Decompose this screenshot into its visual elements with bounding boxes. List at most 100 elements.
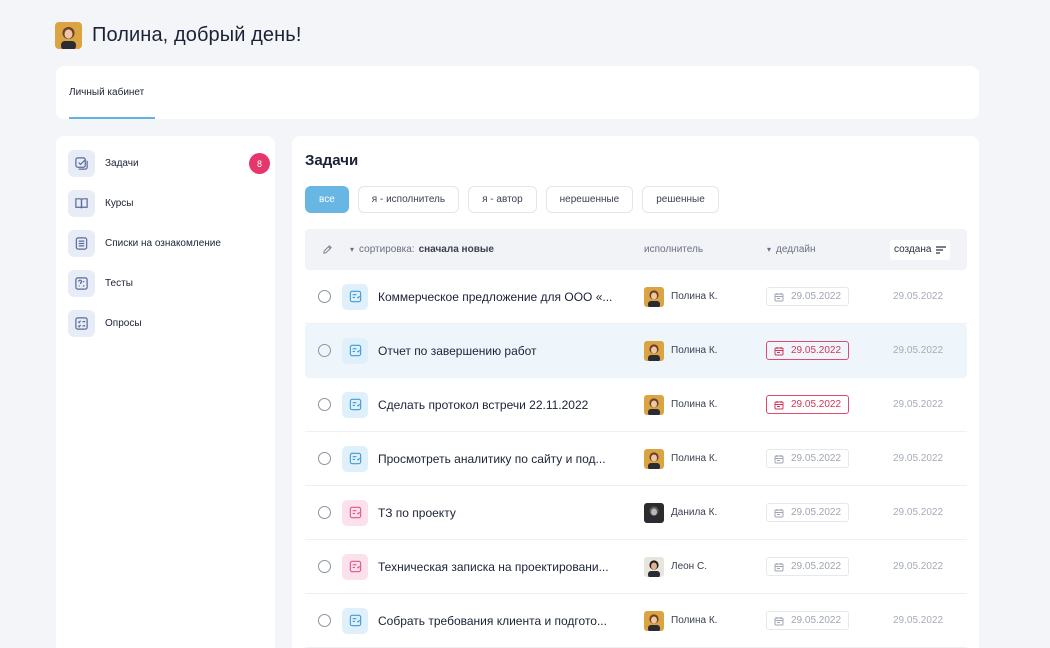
tasks-count-badge: 8 <box>249 153 270 174</box>
deadline-date: 29.05.2022 <box>791 507 842 518</box>
calendar-icon <box>774 508 784 518</box>
table-header: ▾ сортировка: сначала новые исполнитель … <box>305 229 967 270</box>
task-executor[interactable]: Полина К. <box>644 432 717 485</box>
table-row[interactable]: Просмотреть аналитику по сайту и под... … <box>305 432 967 486</box>
executor-name: Леон С. <box>671 561 707 572</box>
task-checkbox[interactable] <box>318 270 331 323</box>
task-executor[interactable]: Полина К. <box>644 378 717 431</box>
column-deadline[interactable]: ▾ дедлайн <box>767 229 816 270</box>
task-executor[interactable]: Полина К. <box>644 324 717 377</box>
column-executor[interactable]: исполнитель <box>644 229 703 270</box>
sidebar-item-reading-lists[interactable]: Списки на ознакомление <box>68 228 268 258</box>
filter-unresolved[interactable]: нерешенные <box>545 186 634 213</box>
sort-lines-icon <box>936 245 947 254</box>
table-row[interactable]: Собрать требования клиента и подгото... … <box>305 594 967 648</box>
task-deadline: 29.05.2022 <box>766 432 850 485</box>
task-title[interactable]: ТЗ по проекту <box>378 486 456 539</box>
task-title[interactable]: Просмотреть аналитику по сайту и под... <box>378 432 606 485</box>
task-created-date: 29.05.2022 <box>893 291 944 302</box>
task-deadline: 29.05.2022 <box>766 270 850 323</box>
calendar-icon <box>774 400 784 410</box>
executor-name: Полина К. <box>671 399 718 410</box>
tabs-bar: Личный кабинет <box>56 66 979 119</box>
calendar-icon <box>774 454 784 464</box>
column-created[interactable]: создана <box>890 229 951 270</box>
calendar-icon <box>774 616 784 626</box>
executor-avatar <box>644 340 664 361</box>
page-header: Полина, добрый день! <box>55 22 301 49</box>
column-deadline-label: дедлайн <box>776 244 816 255</box>
task-type-icon <box>342 324 368 377</box>
book-icon <box>68 189 95 217</box>
sidebar-item-label: Списки на ознакомление <box>105 237 221 249</box>
tasks-icon <box>68 149 95 177</box>
page-title: Задачи <box>305 152 359 169</box>
calendar-icon <box>774 292 784 302</box>
task-type-icon <box>342 432 368 485</box>
table-row[interactable]: ТЗ по проекту Данила К. 29.05.2022 29.05… <box>305 486 967 540</box>
table-row[interactable]: Сделать протокол встречи 22.11.2022 Поли… <box>305 378 967 432</box>
executor-name: Полина К. <box>671 291 718 302</box>
sidebar-item-tasks[interactable]: Задачи 8 <box>68 148 270 178</box>
task-checkbox[interactable] <box>318 324 331 377</box>
task-created-date: 29.05.2022 <box>893 399 944 410</box>
table-row[interactable]: Коммерческое предложение для ООО «... По… <box>305 270 967 324</box>
task-type-icon <box>342 486 368 539</box>
task-executor[interactable]: Полина К. <box>644 594 717 647</box>
greeting-title: Полина, добрый день! <box>92 24 302 46</box>
task-created-date: 29.05.2022 <box>893 615 944 626</box>
sidebar-item-tests[interactable]: Тесты <box>68 268 268 298</box>
table-row[interactable]: Техническая записка на проектировани... … <box>305 540 967 594</box>
active-tab-indicator <box>69 117 155 119</box>
executor-name: Данила К. <box>671 507 718 518</box>
task-created-date: 29.05.2022 <box>893 345 944 356</box>
edit-icon[interactable] <box>322 229 333 270</box>
task-title[interactable]: Отчет по завершению работ <box>378 324 537 377</box>
tasks-panel: Задачи все я - исполнитель я - автор нер… <box>292 136 979 648</box>
sidebar-item-surveys[interactable]: Опросы <box>68 308 268 338</box>
task-type-icon <box>342 378 368 431</box>
task-title[interactable]: Сделать протокол встречи 22.11.2022 <box>378 378 588 431</box>
calendar-icon <box>774 346 784 356</box>
task-deadline: 29.05.2022 <box>766 540 850 593</box>
task-created-date: 29.05.2022 <box>893 453 944 464</box>
sort-label: сортировка: <box>359 244 415 255</box>
filter-bar: все я - исполнитель я - автор нерешенные… <box>305 186 719 213</box>
task-checkbox[interactable] <box>318 594 331 647</box>
executor-name: Полина К. <box>671 615 718 626</box>
task-title[interactable]: Коммерческое предложение для ООО «... <box>378 270 612 323</box>
filter-executor[interactable]: я - исполнитель <box>357 186 460 213</box>
sidebar-item-courses[interactable]: Курсы <box>68 188 268 218</box>
column-created-label: создана <box>894 244 932 255</box>
task-deadline: 29.05.2022 <box>766 594 850 647</box>
filter-author[interactable]: я - автор <box>468 186 537 213</box>
sort-control[interactable]: ▾ сортировка: сначала новые <box>350 229 494 270</box>
filter-resolved[interactable]: решенные <box>642 186 719 213</box>
task-deadline: 29.05.2022 <box>766 324 850 377</box>
task-title[interactable]: Собрать требования клиента и подгото... <box>378 594 607 647</box>
table-row[interactable]: Отчет по завершению работ Полина К. 29.0… <box>305 324 967 378</box>
survey-icon <box>68 309 95 337</box>
sidebar: Задачи 8 Курсы Списки на ознакомление Те… <box>56 136 275 648</box>
task-checkbox[interactable] <box>318 378 331 431</box>
task-deadline: 29.05.2022 <box>766 486 850 539</box>
tab-personal-account[interactable]: Личный кабинет <box>69 66 144 119</box>
task-deadline: 29.05.2022 <box>766 378 850 431</box>
calendar-icon <box>774 562 784 572</box>
task-title[interactable]: Техническая записка на проектировани... <box>378 540 609 593</box>
task-executor[interactable]: Леон С. <box>644 540 707 593</box>
task-executor[interactable]: Полина К. <box>644 270 717 323</box>
task-checkbox[interactable] <box>318 432 331 485</box>
filter-all[interactable]: все <box>305 186 349 213</box>
chevron-down-icon: ▾ <box>350 245 355 254</box>
sidebar-item-label: Задачи <box>105 157 139 169</box>
task-checkbox[interactable] <box>318 540 331 593</box>
task-executor[interactable]: Данила К. <box>644 486 717 539</box>
task-checkbox[interactable] <box>318 486 331 539</box>
sidebar-item-label: Курсы <box>105 197 134 209</box>
task-created-date: 29.05.2022 <box>893 561 944 572</box>
deadline-date: 29.05.2022 <box>791 453 842 464</box>
sidebar-item-label: Тесты <box>105 277 133 289</box>
executor-avatar <box>644 448 664 469</box>
user-avatar[interactable] <box>55 22 82 49</box>
